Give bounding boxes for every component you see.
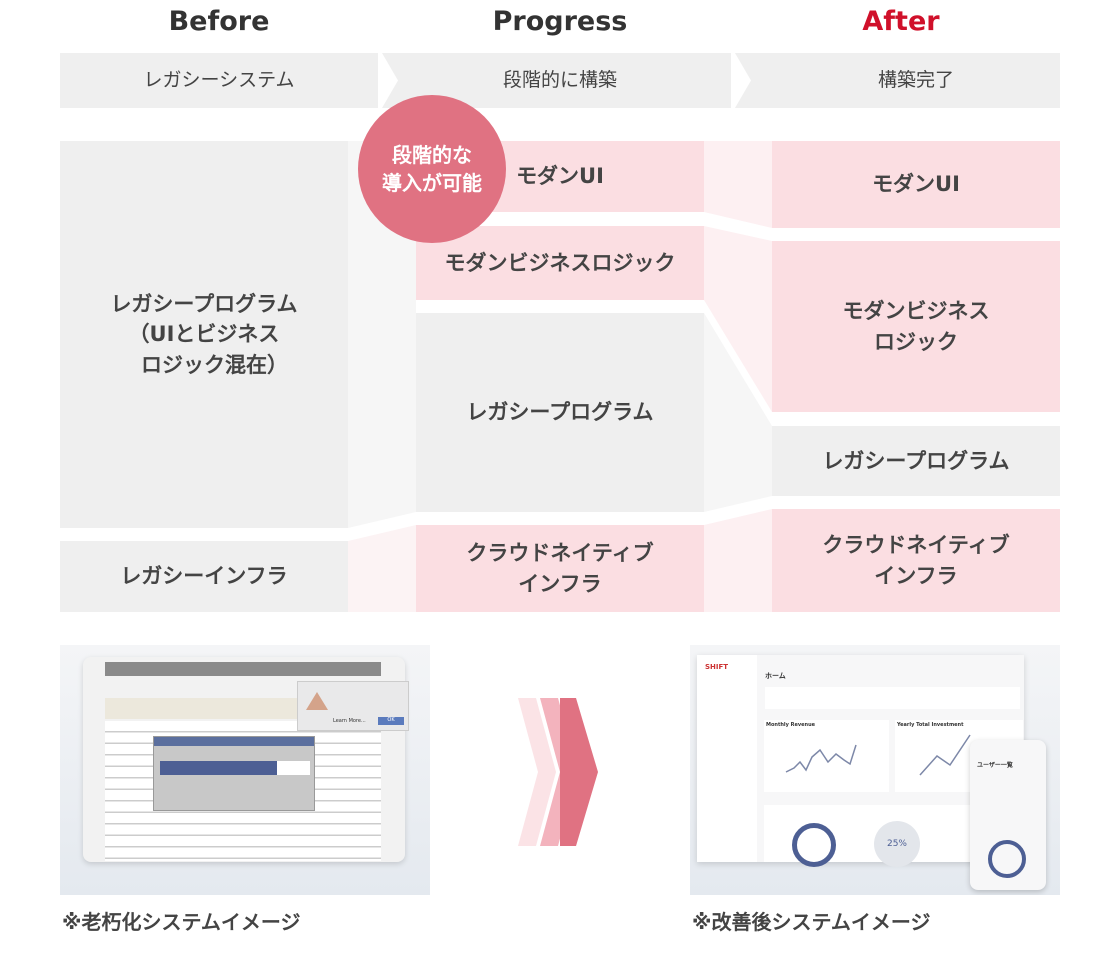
progress-legacy-program: レガシープログラム — [416, 313, 704, 512]
mobile-title: ユーザー一覧 — [977, 762, 1013, 769]
monthly-revenue-chart: Monthly Revenue — [764, 720, 889, 792]
logo: SHIFT — [705, 663, 729, 671]
after-modern-logic: モダンビジネス ロジック — [772, 241, 1060, 412]
incremental-badge: 段階的な 導入が可能 — [358, 95, 506, 243]
legacy-titlebar — [105, 662, 381, 676]
chart-title: Monthly Revenue — [766, 722, 816, 728]
learn-more-button: Learn More... — [333, 718, 366, 724]
connector-before-infra — [348, 525, 416, 612]
home-title: ホーム — [765, 672, 786, 680]
legacy-system-image: Learn More... OK — [60, 645, 430, 895]
progress-cloud-infra: クラウドネイティブ インフラ — [416, 525, 704, 612]
legacy-alert-dialog: Learn More... OK — [297, 681, 409, 731]
transition-arrow-icon — [518, 698, 598, 846]
after-cloud-infra: クラウドネイティブ インフラ — [772, 509, 1060, 612]
before-legacy-program: レガシープログラム （UIとビジネス ロジック混在） — [60, 141, 348, 528]
legacy-caption: ※老朽化システムイメージ — [62, 910, 301, 934]
after-modern-ui: モダンUI — [772, 141, 1060, 228]
chart-title: Yearly Total Investment — [897, 722, 964, 728]
mobile-donut — [988, 840, 1026, 878]
before-legacy-infra: レガシーインフラ — [60, 541, 348, 612]
connector-ui — [704, 141, 772, 228]
modern-caption: ※改善後システムイメージ — [692, 910, 931, 934]
after-legacy-program: レガシープログラム — [772, 426, 1060, 496]
donut-percent: 25% — [874, 821, 920, 867]
modern-system-image: SHIFT ホーム Monthly Revenue Yearly Total I… — [690, 645, 1060, 895]
dashboard-sidebar: SHIFT — [697, 655, 757, 862]
warning-icon — [306, 692, 328, 710]
progress-modern-ui-label: モダンUI — [516, 164, 604, 189]
info-cards — [765, 687, 1020, 709]
connector-infra — [704, 509, 772, 612]
legacy-progress-dialog — [153, 736, 315, 811]
donut-chart — [792, 823, 836, 867]
mobile-screen: ユーザー一覧 — [970, 740, 1046, 890]
ok-button: OK — [378, 717, 404, 725]
